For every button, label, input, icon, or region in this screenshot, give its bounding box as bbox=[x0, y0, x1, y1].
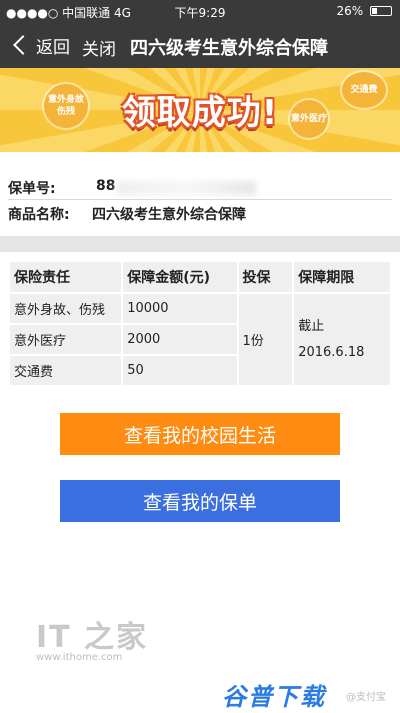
battery-icon bbox=[370, 6, 392, 16]
quantity-cell: 1份 bbox=[236, 292, 295, 387]
battery-status: 26% bbox=[336, 4, 392, 18]
page-title: 四六级考生意外综合保障 bbox=[130, 38, 328, 59]
row-item: 交通费 bbox=[7, 354, 124, 387]
bubble-death-disability: 意外身故伤残 bbox=[44, 84, 88, 128]
period-line-2: 2016.6.18 bbox=[298, 344, 365, 360]
product-name-row: 商品名称: 四六级考生意外综合保障 bbox=[8, 204, 246, 224]
campus-life-button[interactable]: 查看我的校园生活 bbox=[60, 413, 340, 455]
battery-percent: 26% bbox=[336, 4, 364, 18]
download-site-watermark: 谷普下载 bbox=[222, 683, 326, 711]
product-name-value: 四六级考生意外综合保障 bbox=[92, 207, 246, 223]
period-line-1: 截止 bbox=[298, 318, 325, 334]
row-amount: 10000 bbox=[121, 292, 239, 325]
back-button[interactable]: 返回 bbox=[10, 31, 70, 59]
status-bar: ●●●●○ 中国联通 4G 下午9:29 26% bbox=[0, 0, 400, 22]
bubble-medical: 意外医疗 bbox=[290, 100, 328, 138]
chevron-left-icon bbox=[13, 35, 33, 55]
nav-bar: 返回 关闭 四六级考生意外综合保障 bbox=[0, 22, 400, 68]
header-quantity: 投保 bbox=[236, 260, 295, 294]
handle-watermark: @支付宝 bbox=[346, 692, 386, 703]
header-period: 保障期限 bbox=[292, 260, 392, 294]
row-item: 意外医疗 bbox=[7, 323, 124, 356]
row-item: 意外身故、伤残 bbox=[7, 292, 124, 325]
row-amount: 50 bbox=[121, 354, 239, 387]
ithome-url-watermark: www.ithome.com bbox=[36, 652, 123, 663]
my-policy-button[interactable]: 查看我的保单 bbox=[60, 480, 340, 522]
back-label: 返回 bbox=[36, 37, 70, 58]
row-amount: 2000 bbox=[121, 323, 239, 356]
section-divider bbox=[0, 236, 400, 252]
product-name-label: 商品名称: bbox=[8, 207, 70, 223]
close-button[interactable]: 关闭 bbox=[82, 35, 116, 60]
table-row: 意外身故、伤残 10000 1份 截止 2016.6.18 bbox=[7, 292, 392, 387]
header-liability: 保险责任 bbox=[7, 260, 124, 294]
banner-headline: 领取成功! bbox=[121, 92, 279, 133]
table-header-row: 保险责任 保障金额(元) 投保 保障期限 bbox=[7, 260, 392, 294]
policy-number-value: 88 bbox=[96, 178, 116, 194]
policy-number-row: 保单号: 88 bbox=[8, 178, 392, 200]
ithome-watermark: IT 之家 bbox=[36, 620, 149, 655]
policy-number-label: 保单号: bbox=[8, 181, 56, 197]
header-amount: 保障金额(元) bbox=[121, 260, 239, 294]
bubble-transport: 交通费 bbox=[342, 72, 386, 108]
success-banner: 意外身故伤残 领取成功! 意外医疗 交通费 bbox=[0, 68, 400, 152]
redacted-number bbox=[116, 181, 256, 195]
coverage-table: 保险责任 保障金额(元) 投保 保障期限 意外身故、伤残 10000 1份 截止… bbox=[7, 260, 392, 387]
period-cell: 截止 2016.6.18 bbox=[292, 292, 392, 387]
